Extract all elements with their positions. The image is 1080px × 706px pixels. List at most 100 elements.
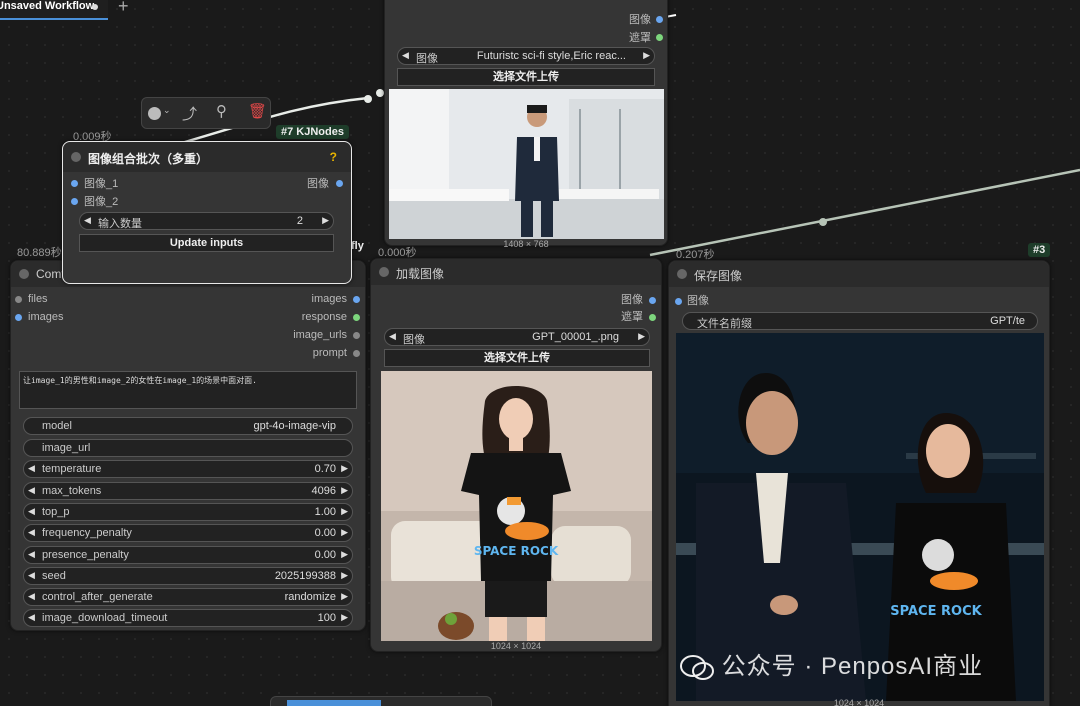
input-images-label: images <box>28 311 64 323</box>
api-node[interactable]: Comf fly files images images response im… <box>10 240 366 631</box>
input-image1-label: 图像_1 <box>84 178 119 190</box>
input-image1-port[interactable] <box>71 180 78 187</box>
partial-title-text: fly <box>351 240 364 252</box>
arrow-left-icon[interactable]: ◀ <box>84 215 91 226</box>
widget-control-after-generate[interactable]: ◀ control_after_generate randomize ▶ <box>23 588 353 606</box>
combine-node-badge: #7 KJNodes <box>276 125 349 139</box>
input-image-port[interactable] <box>675 298 682 305</box>
arrow-left-icon[interactable]: ◀ <box>28 549 35 560</box>
output-image-label: 图像 <box>629 14 651 26</box>
output-mask-label: 遮罩 <box>629 32 651 44</box>
arrow-left-icon[interactable]: ◀ <box>28 463 35 474</box>
load-image-node[interactable]: 加载图像 图像 遮罩 ◀ 图像 GPT_00001_.png ▶ 选择文件上传 … <box>370 258 662 652</box>
arrow-left-icon[interactable]: ◀ <box>28 527 35 538</box>
workflow-tab-title: Unsaved Workflow <box>0 0 95 12</box>
preview-image-woman-tshirt: SPACE ROCK <box>381 371 652 641</box>
arrow-right-icon[interactable]: ▶ <box>341 549 348 560</box>
bottom-progress-panel <box>270 696 492 706</box>
arrow-left-icon[interactable]: ◀ <box>28 570 35 581</box>
workflow-tab[interactable]: Unsaved Workflow <box>0 0 108 20</box>
input-images-port[interactable] <box>15 314 22 321</box>
output-image-label: 图像 <box>621 294 643 306</box>
wechat-icon <box>680 654 714 681</box>
upload-button[interactable]: 选择文件上传 <box>384 349 650 367</box>
help-icon[interactable]: ? <box>330 150 337 164</box>
arrow-right-icon[interactable]: ▶ <box>341 591 348 602</box>
api-node-exec-time: 80.889秒 <box>17 247 62 259</box>
color-circle-icon[interactable] <box>148 107 161 120</box>
image-select[interactable]: ◀ 图像 Futuristc sci-fi style,Eric reac...… <box>397 47 655 65</box>
input-image-label: 图像 <box>687 295 709 307</box>
output-image-port[interactable] <box>649 297 656 304</box>
output-prompt-label: prompt <box>312 347 347 359</box>
svg-text:SPACE ROCK: SPACE ROCK <box>890 604 982 619</box>
arrow-left-icon[interactable]: ◀ <box>28 612 35 623</box>
image-combine-node[interactable]: 图像组合批次（多重） ? 图像_1 图像_2 图像 ◀ 输入数量 2 ▶ Upd… <box>62 141 352 284</box>
widget-image-url[interactable]: image_url <box>23 439 353 457</box>
collapse-dot-icon[interactable] <box>71 152 81 162</box>
output-response-port[interactable] <box>353 314 360 321</box>
output-mask-port[interactable] <box>649 314 656 321</box>
arrow-right-icon[interactable]: ▶ <box>341 570 348 581</box>
arrow-left-icon[interactable]: ◀ <box>402 50 409 61</box>
output-mask-label: 遮罩 <box>621 311 643 323</box>
collapse-dot-icon[interactable] <box>379 267 389 277</box>
save-node-badge: #3 <box>1028 243 1051 257</box>
pin-icon[interactable]: ⚲ <box>216 102 227 120</box>
widget-top-p[interactable]: ◀ top_p 1.00 ▶ <box>23 503 353 521</box>
arrow-right-icon[interactable]: ▶ <box>341 463 348 474</box>
output-images-label: images <box>311 293 347 305</box>
arrow-left-icon[interactable]: ◀ <box>389 331 396 342</box>
filename-prefix-widget[interactable]: 文件名前缀 GPT/te <box>682 312 1038 330</box>
preview-image-office-man <box>389 89 664 239</box>
widget-max-tokens[interactable]: ◀ max_tokens 4096 ▶ <box>23 482 353 500</box>
widget-frequency-penalty[interactable]: ◀ frequency_penalty 0.00 ▶ <box>23 524 353 542</box>
combine-node-title-bar[interactable]: 图像组合批次（多重） ? <box>63 142 351 172</box>
widget-model[interactable]: model gpt-4o-image-vip <box>23 417 353 435</box>
arrow-left-icon[interactable]: ◀ <box>28 485 35 496</box>
output-image-label: 图像 <box>307 178 329 190</box>
arrow-right-icon[interactable]: ▶ <box>341 506 348 517</box>
input-files-label: files <box>28 293 48 305</box>
svg-text:SPACE ROCK: SPACE ROCK <box>474 544 559 558</box>
widget-presence-penalty[interactable]: ◀ presence_penalty 0.00 ▶ <box>23 546 353 564</box>
unsaved-dot-icon <box>92 4 98 10</box>
arrow-left-icon[interactable]: ◀ <box>28 591 35 602</box>
output-image-urls-port[interactable] <box>353 332 360 339</box>
widget-seed[interactable]: ◀ seed 2025199388 ▶ <box>23 567 353 585</box>
output-image-port[interactable] <box>656 16 663 23</box>
arrow-right-icon[interactable]: ▶ <box>341 612 348 623</box>
widget-temperature[interactable]: ◀ temperature 0.70 ▶ <box>23 460 353 478</box>
output-prompt-port[interactable] <box>353 350 360 357</box>
output-image-port[interactable] <box>336 180 343 187</box>
load-image-node-top[interactable]: 图像 遮罩 ◀ 图像 Futuristc sci-fi style,Eric r… <box>384 0 668 249</box>
progress-fill <box>287 700 381 706</box>
input-files-port[interactable] <box>15 296 22 303</box>
new-tab-plus-icon[interactable]: + <box>118 0 129 17</box>
widget-image-download-timeout[interactable]: ◀ image_download_timeout 100 ▶ <box>23 609 353 627</box>
arrow-right-icon[interactable]: ▶ <box>341 485 348 496</box>
arrow-right-icon[interactable]: ▶ <box>638 331 645 342</box>
input-image2-label: 图像_2 <box>84 196 119 208</box>
output-response-label: response <box>301 311 347 323</box>
output-images-port[interactable] <box>353 296 360 303</box>
input-image2-port[interactable] <box>71 198 78 205</box>
output-mask-port[interactable] <box>656 34 663 41</box>
bypass-icon[interactable]: ⤴ <box>182 103 197 124</box>
arrow-right-icon[interactable]: ▶ <box>322 215 329 226</box>
trash-icon[interactable]: 🗑 <box>248 102 267 120</box>
update-inputs-button[interactable]: Update inputs <box>79 234 334 252</box>
arrow-right-icon[interactable]: ▶ <box>341 527 348 538</box>
collapse-dot-icon[interactable] <box>677 269 687 279</box>
save-image-node[interactable]: 保存图像 图像 文件名前缀 GPT/te SPACE ROCK <box>668 260 1050 706</box>
upload-button[interactable]: 选择文件上传 <box>397 68 655 86</box>
input-count-widget[interactable]: ◀ 输入数量 2 ▶ <box>79 212 334 230</box>
chevron-down-icon[interactable]: ⌄ <box>163 105 171 116</box>
load-image-title-bar[interactable]: 加载图像 <box>371 259 661 285</box>
save-image-title-bar[interactable]: 保存图像 <box>669 261 1049 287</box>
image-select[interactable]: ◀ 图像 GPT_00001_.png ▶ <box>384 328 650 346</box>
arrow-left-icon[interactable]: ◀ <box>28 506 35 517</box>
arrow-right-icon[interactable]: ▶ <box>643 50 650 61</box>
collapse-dot-icon[interactable] <box>19 269 29 279</box>
prompt-textarea[interactable]: 让image_1的男性和image_2的女性在image_1的场景中面对面. <box>19 371 357 409</box>
